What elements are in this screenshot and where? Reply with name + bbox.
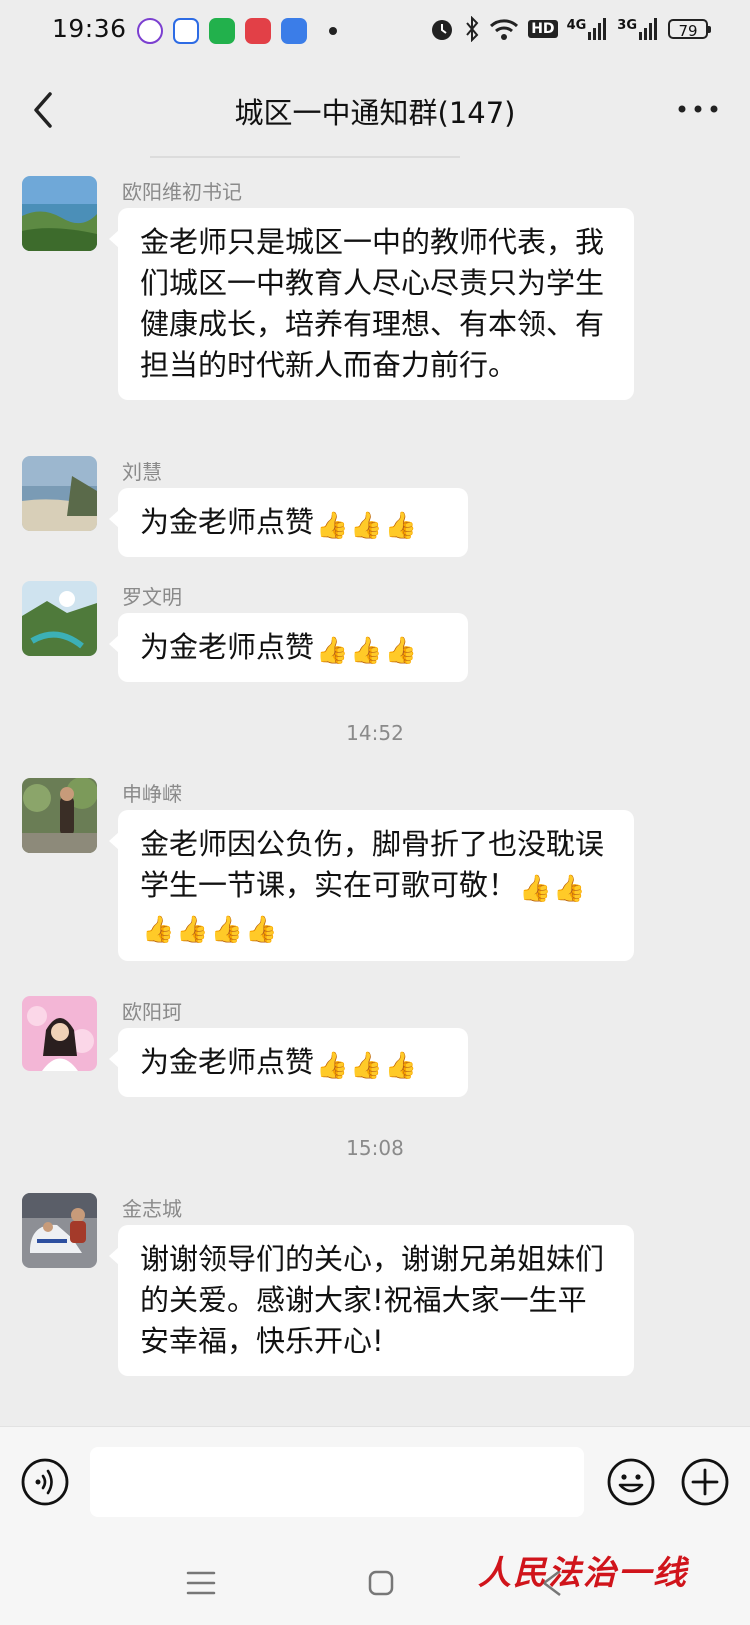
battery-indicator: 79 [668,19,711,40]
message-input[interactable] [90,1447,584,1517]
input-bar [0,1426,750,1537]
signal-3g: 3G [617,18,659,40]
wechat-icon [209,18,235,44]
notification-icons [137,18,337,44]
signal-bars-icon [639,18,657,40]
avatar[interactable] [22,581,97,656]
chat-title: 城区一中通知群(147) [234,96,516,130]
thumbs-up-emoji: 👍 [350,636,383,666]
more-notifications-icon [329,27,337,35]
message-text: 为金老师点赞 [140,1045,315,1079]
thumbs-up-emoji: 👍 [316,511,349,541]
status-time: 19:36 [52,14,127,43]
thumbs-up-emoji: 👍 [142,915,175,945]
emoji-icon[interactable] [606,1457,656,1507]
sender-name: 罗文明 [122,585,182,609]
chat-header: 城区一中通知群(147) [0,66,750,156]
message-bubble[interactable]: 为金老师点赞👍👍👍 [109,488,468,557]
thumbs-up-emoji: 👍 [350,511,383,541]
app-notification-icon [137,18,163,44]
watermark-text: 人民法治一线 [478,1553,688,1592]
avatar[interactable] [22,1193,97,1268]
message-text: 为金老师点赞 [140,630,315,664]
sender-name: 欧阳珂 [122,1000,182,1024]
thumbs-up-emoji: 👍 [210,915,244,945]
sender-name: 欧阳维初书记 [122,180,242,204]
hd-indicator: HD [528,20,558,38]
thumbs-up-emoji: 👍 [553,874,586,904]
message-text: 谢谢领导们的关心，谢谢兄弟姐妹们的关爱。感谢大家!祝福大家一生平安幸福，快乐开心… [140,1242,605,1358]
sender-name: 刘慧 [122,460,162,484]
thumbs-up-emoji: 👍 [384,1051,418,1081]
status-bar: 19:36 HD 4G 3G 79 [0,0,750,66]
message-bubble[interactable]: 谢谢领导们的关心，谢谢兄弟姐妹们的关爱。感谢大家!祝福大家一生平安幸福，快乐开心… [109,1225,634,1376]
alarm-icon [432,20,453,40]
recent-apps-icon[interactable] [186,1570,216,1596]
message-bubble[interactable]: 为金老师点赞👍👍👍 [109,613,468,682]
timestamp-separator: 14:52 [346,721,404,745]
signal-4g: 4G [567,18,609,40]
thumbs-up-emoji: 👍 [519,874,552,904]
message-text: 为金老师点赞 [140,505,315,539]
avatar[interactable] [22,996,97,1071]
bluetooth-icon [466,16,479,42]
message-bubble[interactable]: 为金老师点赞👍👍👍 [109,1028,468,1097]
message-list[interactable]: 欧阳维初书记 金老师只是城区一中的教师代表，我们城区一中教育人尽心尽责只为学生健… [0,156,750,1426]
message-text: 金老师只是城区一中的教师代表，我们城区一中教育人尽心尽责只为学生健康成长，培养有… [140,225,605,382]
timestamp-separator: 15:08 [346,1136,404,1160]
home-icon[interactable] [368,1570,394,1596]
voice-icon[interactable] [20,1457,70,1507]
cloud-app-icon [281,18,307,44]
message-bubble[interactable]: 金老师因公负伤，脚骨折了也没耽误学生一节课，实在可歌可敬！👍👍👍👍👍👍 [109,810,634,961]
more-options-button[interactable] [676,94,720,124]
sender-name: 申峥嵘 [122,782,182,806]
avatar[interactable] [22,456,97,531]
sender-name: 金志城 [122,1197,182,1221]
thumbs-up-emoji: 👍 [245,915,278,945]
signal-bars-icon [588,18,607,40]
avatar[interactable] [22,176,97,251]
avatar[interactable] [22,778,97,853]
thumbs-up-emoji: 👍 [176,915,209,945]
plus-icon[interactable] [680,1457,730,1507]
thumbs-up-emoji: 👍 [384,511,418,541]
baidu-icon [173,18,199,44]
thumbs-up-emoji: 👍 [316,1051,349,1081]
message-bubble[interactable]: 金老师只是城区一中的教师代表，我们城区一中教育人尽心尽责只为学生健康成长，培养有… [109,208,634,400]
thumbs-up-emoji: 👍 [384,636,418,666]
wifi-icon [490,19,519,40]
red-app-icon [245,18,271,44]
status-indicators: HD 4G 3G 79 [429,16,711,42]
thumbs-up-emoji: 👍 [316,636,349,666]
thumbs-up-emoji: 👍 [350,1051,383,1081]
scroll-edge [150,156,460,158]
